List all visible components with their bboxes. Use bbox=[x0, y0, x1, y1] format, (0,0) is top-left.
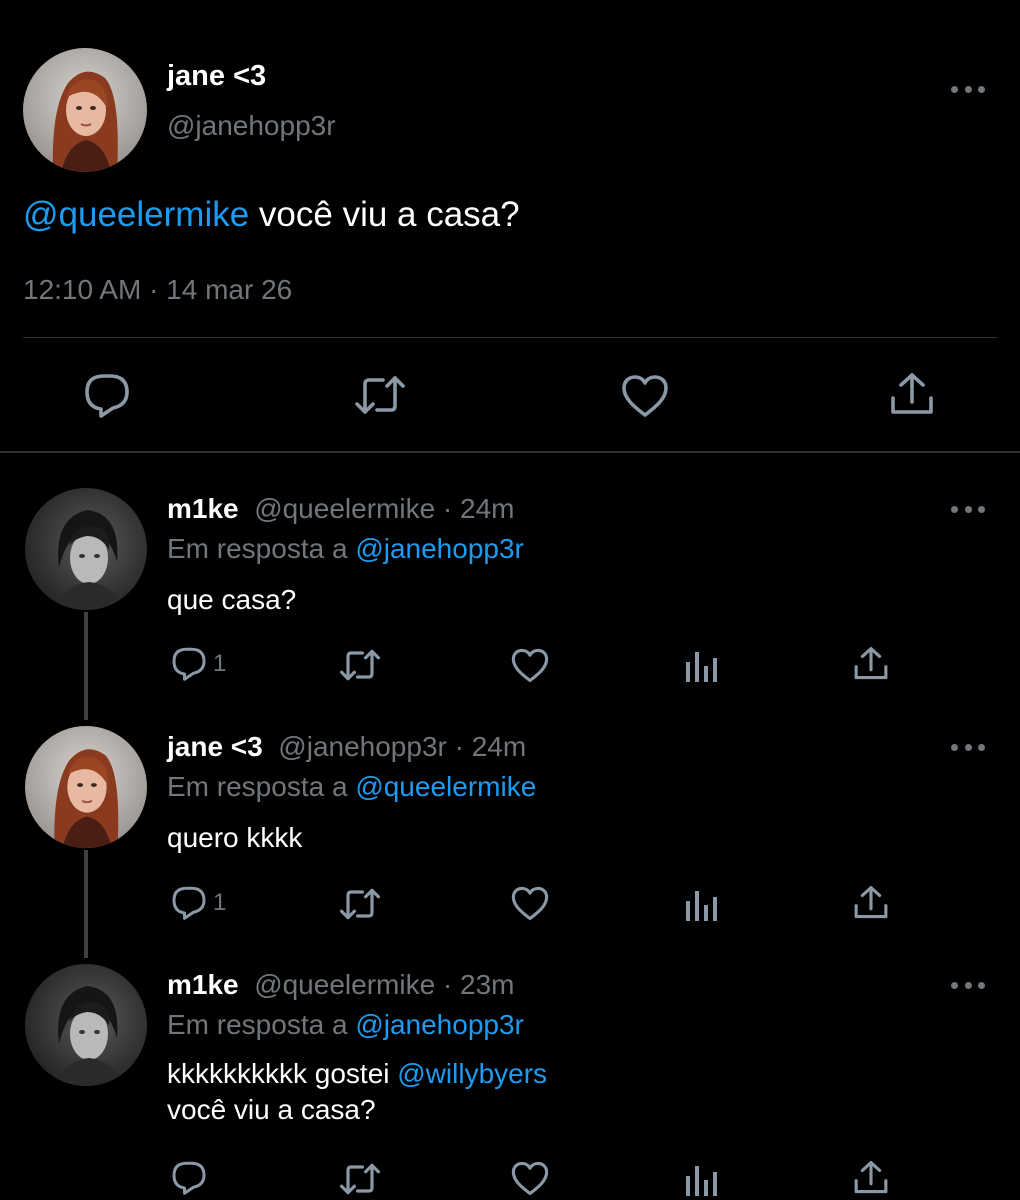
mention-link[interactable]: @willybyers bbox=[397, 1058, 547, 1089]
replying-to: Em resposta a @janehopp3r bbox=[167, 1009, 524, 1041]
reply-icon bbox=[172, 1161, 206, 1195]
divider bbox=[23, 337, 997, 338]
more-options-icon[interactable] bbox=[951, 502, 985, 516]
reply-text: que casa? bbox=[167, 584, 297, 615]
retweet-icon bbox=[340, 888, 380, 920]
like-button[interactable] bbox=[511, 648, 549, 683]
reply-body-line2: você viu a casa? bbox=[167, 1094, 376, 1125]
analytics-button[interactable] bbox=[684, 650, 718, 682]
retweet-button[interactable] bbox=[355, 374, 405, 416]
mention-link[interactable]: @queelermike bbox=[355, 771, 536, 802]
reply-header: jane <3 @janehopp3r · 24m bbox=[167, 731, 526, 763]
mention-link[interactable]: @janehopp3r bbox=[355, 1009, 524, 1040]
reply-button[interactable]: 1 bbox=[171, 885, 226, 920]
replying-to: Em resposta a @queelermike bbox=[167, 771, 536, 803]
avatar-jane[interactable] bbox=[25, 726, 147, 848]
like-icon bbox=[511, 886, 549, 921]
reply-button[interactable] bbox=[171, 1160, 213, 1195]
tweet-text: @queelermike você viu a casa? bbox=[23, 195, 520, 235]
author-name[interactable]: jane <3 bbox=[167, 731, 263, 762]
thread-connector bbox=[84, 612, 88, 720]
replying-to-label: Em resposta a bbox=[167, 533, 356, 564]
replying-to: Em resposta a @janehopp3r bbox=[167, 533, 524, 565]
share-button[interactable] bbox=[853, 646, 889, 681]
replying-to-label: Em resposta a bbox=[167, 1009, 356, 1040]
reply-header: m1ke @queelermike · 23m bbox=[167, 969, 515, 1001]
author-name[interactable]: m1ke bbox=[167, 969, 239, 1000]
share-icon bbox=[891, 373, 933, 414]
more-options-icon[interactable] bbox=[951, 978, 985, 992]
more-options-icon[interactable] bbox=[951, 82, 985, 96]
retweet-icon bbox=[340, 649, 380, 681]
share-icon bbox=[854, 647, 888, 680]
like-button[interactable] bbox=[511, 1161, 549, 1196]
analytics-icon bbox=[686, 891, 717, 921]
author-handle[interactable]: @janehopp3r bbox=[167, 110, 336, 142]
more-options-icon[interactable] bbox=[951, 740, 985, 754]
reply-count: 1 bbox=[213, 888, 227, 916]
reply-button[interactable]: 1 bbox=[171, 646, 226, 681]
avatar-mike[interactable] bbox=[25, 964, 147, 1086]
author-handle-time[interactable]: @queelermike · 24m bbox=[254, 493, 514, 524]
reply-icon bbox=[85, 374, 129, 418]
like-button[interactable] bbox=[621, 374, 669, 418]
author-name[interactable]: m1ke bbox=[167, 493, 239, 524]
like-icon bbox=[511, 1161, 549, 1196]
thread-connector bbox=[84, 850, 88, 958]
analytics-icon bbox=[686, 1166, 717, 1196]
retweet-button[interactable] bbox=[340, 887, 380, 921]
mention-link[interactable]: @queelermike bbox=[23, 195, 249, 234]
reply-icon bbox=[172, 647, 206, 681]
like-icon bbox=[622, 375, 668, 417]
avatar-jane[interactable] bbox=[23, 48, 147, 172]
share-button[interactable] bbox=[853, 1160, 889, 1195]
analytics-icon bbox=[686, 652, 717, 682]
author-handle-time[interactable]: @janehopp3r · 24m bbox=[278, 731, 526, 762]
analytics-button[interactable] bbox=[684, 1164, 718, 1196]
divider bbox=[0, 451, 1020, 453]
avatar-mike[interactable] bbox=[25, 488, 147, 610]
share-icon bbox=[854, 886, 888, 919]
retweet-icon bbox=[355, 376, 405, 414]
tweet-thread: jane <3 @janehopp3r @queelermike você vi… bbox=[0, 0, 1020, 1200]
tweet-timestamp[interactable]: 12:10 AM · 14 mar 26 bbox=[23, 274, 292, 306]
reply-button[interactable] bbox=[83, 372, 131, 418]
tweet-body: você viu a casa? bbox=[249, 195, 520, 234]
reply-body: kkkkkkkkkk gostei bbox=[167, 1058, 398, 1089]
reply-count: 1 bbox=[213, 649, 227, 677]
mention-link[interactable]: @janehopp3r bbox=[355, 533, 524, 564]
like-button[interactable] bbox=[511, 886, 549, 921]
author-name[interactable]: jane <3 bbox=[167, 60, 266, 93]
reply-text: quero kkkk bbox=[167, 822, 303, 853]
reply-icon bbox=[172, 886, 206, 920]
retweet-button[interactable] bbox=[340, 648, 380, 682]
like-icon bbox=[511, 648, 549, 683]
replying-to-label: Em resposta a bbox=[167, 771, 356, 802]
analytics-button[interactable] bbox=[684, 889, 718, 921]
retweet-icon bbox=[340, 1163, 380, 1195]
reply-header: m1ke @queelermike · 24m bbox=[167, 493, 515, 525]
share-button[interactable] bbox=[853, 885, 889, 920]
share-icon bbox=[854, 1161, 888, 1194]
reply-text: kkkkkkkkkk gostei @willybyers você viu a… bbox=[167, 1056, 547, 1128]
retweet-button[interactable] bbox=[340, 1162, 380, 1196]
author-handle-time[interactable]: @queelermike · 23m bbox=[254, 969, 514, 1000]
share-button[interactable] bbox=[889, 372, 935, 416]
